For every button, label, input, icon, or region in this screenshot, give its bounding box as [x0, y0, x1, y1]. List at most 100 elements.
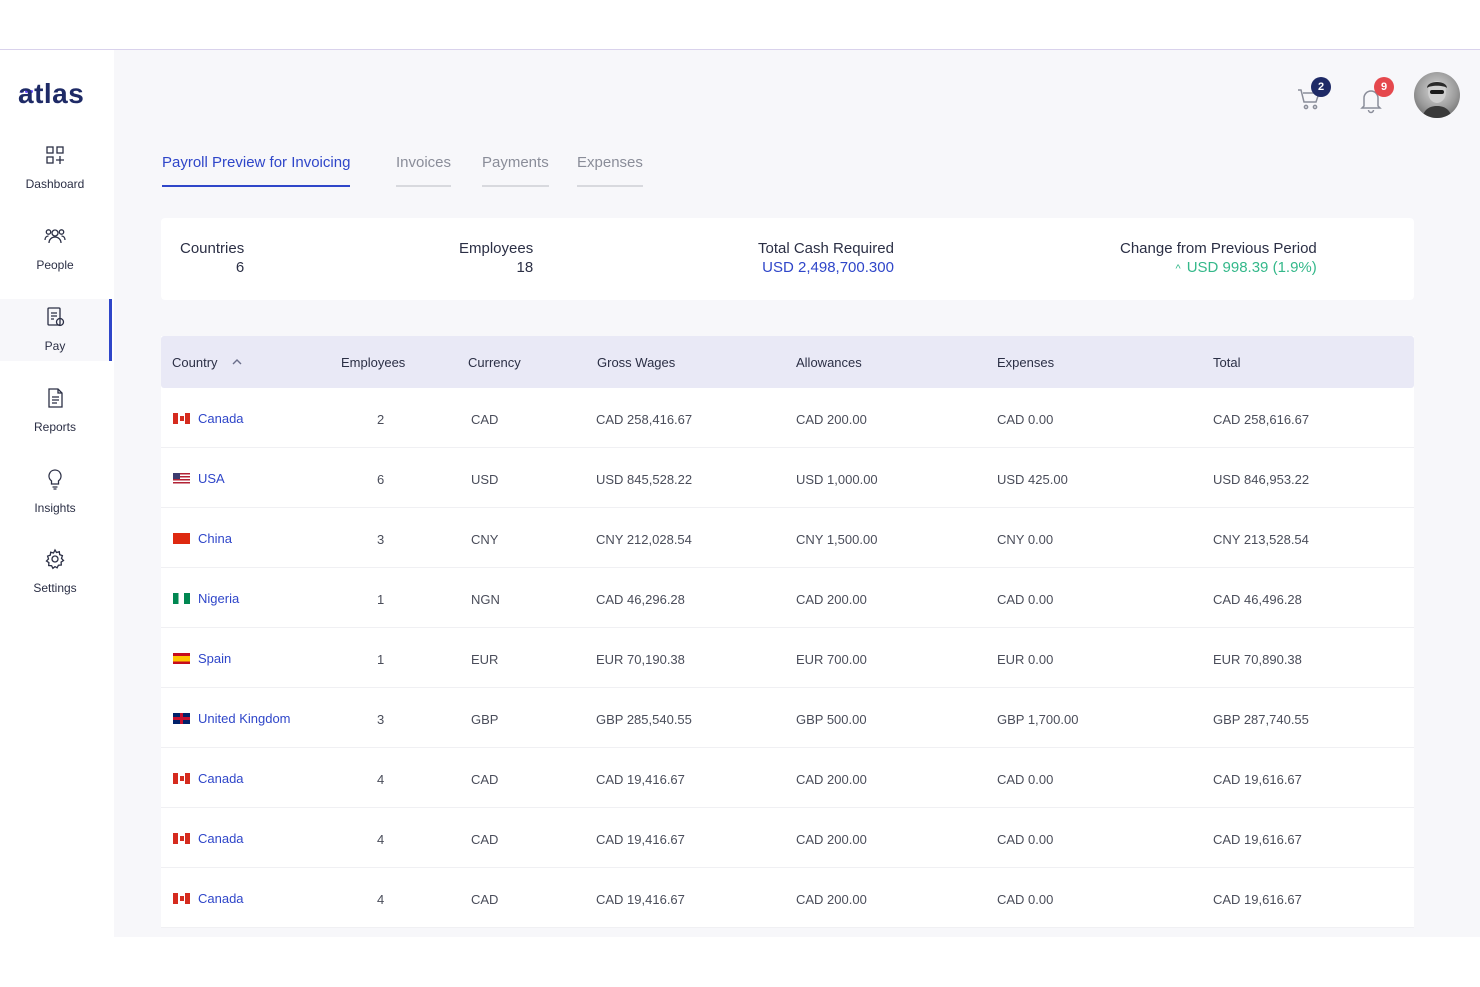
- sidebar-item-label: Pay: [44, 339, 66, 353]
- es-flag-icon: [173, 653, 190, 664]
- total-cash-value: USD 2,498,700.300: [762, 259, 894, 276]
- dashboard-icon: [46, 146, 64, 164]
- column-header-gross-wages[interactable]: Gross Wages: [597, 355, 675, 370]
- cell-total: CAD 19,616.67: [1213, 772, 1302, 787]
- sidebar-item-reports[interactable]: Reports: [0, 387, 112, 449]
- summary-card: Countries 6 Employees 18 Total Cash Requ…: [161, 218, 1414, 300]
- column-header-country[interactable]: Country: [172, 355, 243, 370]
- country-link[interactable]: USA: [173, 471, 225, 486]
- cell-currency: USD: [471, 472, 499, 487]
- table-body: Canada 2 CAD CAD 258,416.67 CAD 200.00 CAD 0.…: [161, 388, 1414, 928]
- table-row[interactable]: United Kingdom 3 GBP GBP 285,540.55 GBP 500.…: [161, 688, 1414, 748]
- sidebar-item-insights[interactable]: Insights: [0, 468, 112, 530]
- cell-employees: 3: [377, 532, 385, 547]
- table-row[interactable]: Canada 4 CAD CAD 19,416.67 CAD 200.00 CAD 0.0…: [161, 808, 1414, 868]
- reports-icon: [48, 388, 63, 408]
- country-link[interactable]: Canada: [173, 771, 244, 786]
- column-header-expenses[interactable]: Expenses: [997, 355, 1054, 370]
- total-cash-label: Total Cash Required: [758, 240, 894, 257]
- cell-currency: CAD: [471, 832, 499, 847]
- table-row[interactable]: China 3 CNY CNY 212,028.54 CNY 1,500.00 CNY 0…: [161, 508, 1414, 568]
- countries-label: Countries: [180, 240, 245, 257]
- cell-gross-wages: CAD 258,416.67: [596, 412, 693, 427]
- payroll-table: Country Employees Currency Gross Wages A…: [161, 336, 1414, 928]
- cell-total: CAD 19,616.67: [1213, 892, 1302, 907]
- cell-expenses: EUR 0.00: [997, 652, 1054, 667]
- sidebar-item-dashboard[interactable]: Dashboard: [0, 144, 112, 206]
- cell-gross-wages: USD 845,528.22: [596, 472, 693, 487]
- table-header: Country Employees Currency Gross Wages A…: [161, 336, 1414, 388]
- column-header-allowances[interactable]: Allowances: [796, 355, 862, 370]
- table-row[interactable]: USA 6 USD USD 845,528.22 USD 1,000.00 USD 425…: [161, 448, 1414, 508]
- tab-invoices[interactable]: Invoices: [396, 154, 452, 187]
- cell-total: CAD 46,496.28: [1213, 592, 1302, 607]
- table-row[interactable]: Canada 2 CAD CAD 258,416.67 CAD 200.00 CAD 0.…: [161, 388, 1414, 448]
- settings-icon: [45, 548, 65, 570]
- table-row[interactable]: Canada 4 CAD CAD 19,416.67 CAD 200.00 CAD 0.0…: [161, 748, 1414, 808]
- change-value: USD 998.39 (1.9%): [1186, 259, 1317, 276]
- table-row[interactable]: Spain 1 EUR EUR 70,190.38 EUR 700.00 EUR 0.00…: [161, 628, 1414, 688]
- cell-gross-wages: CAD 19,416.67: [596, 772, 685, 787]
- sidebar: atlas Dashboard People Pay Reports Insig…: [0, 50, 114, 937]
- sidebar-item-pay[interactable]: Pay: [0, 299, 112, 361]
- cell-currency: CAD: [471, 892, 499, 907]
- tab-payments[interactable]: Payments: [482, 154, 549, 187]
- cell-gross-wages: EUR 70,190.38: [596, 652, 685, 667]
- app-window: atlas Dashboard People Pay Reports Insig…: [0, 49, 1480, 937]
- cell-total: CAD 19,616.67: [1213, 832, 1302, 847]
- country-link[interactable]: Canada: [173, 831, 244, 846]
- cell-employees: 4: [377, 892, 385, 907]
- country-link[interactable]: United Kingdom: [173, 711, 291, 726]
- sort-ascending-icon: [232, 359, 242, 365]
- summary-total-cash: Total Cash Required USD 2,498,700.300: [758, 240, 894, 276]
- employees-label: Employees: [459, 240, 534, 257]
- cell-employees: 3: [377, 712, 385, 727]
- country-name: Canada: [198, 831, 244, 846]
- country-name: Canada: [198, 411, 244, 426]
- cell-allowances: CNY 1,500.00: [796, 532, 878, 547]
- change-label: Change from Previous Period: [1120, 240, 1317, 257]
- country-name: USA: [198, 471, 225, 486]
- people-icon: [44, 229, 66, 244]
- country-name: United Kingdom: [198, 711, 291, 726]
- column-header-employees[interactable]: Employees: [341, 355, 405, 370]
- country-link[interactable]: Canada: [173, 411, 244, 426]
- gb-flag-icon: [173, 713, 190, 724]
- country-link[interactable]: Canada: [173, 891, 244, 906]
- ca-flag-icon: [173, 833, 190, 844]
- sidebar-item-settings[interactable]: Settings: [0, 548, 112, 610]
- cell-currency: EUR: [471, 652, 499, 667]
- country-link[interactable]: Spain: [173, 651, 231, 666]
- ca-flag-icon: [173, 413, 190, 424]
- tab-expenses[interactable]: Expenses: [577, 154, 643, 187]
- cell-allowances: GBP 500.00: [796, 712, 867, 727]
- cell-expenses: CNY 0.00: [997, 532, 1054, 547]
- country-name: Nigeria: [198, 591, 240, 606]
- country-link[interactable]: China: [173, 531, 232, 546]
- sidebar-item-label: Reports: [33, 420, 77, 434]
- brand-logo[interactable]: atlas: [18, 78, 84, 110]
- column-header-currency[interactable]: Currency: [468, 355, 521, 370]
- cell-gross-wages: GBP 285,540.55: [596, 712, 692, 727]
- summary-employees: Employees 18: [459, 240, 533, 276]
- sidebar-item-label: Insights: [34, 501, 76, 515]
- sidebar-item-label: People: [36, 258, 74, 272]
- cell-employees: 2: [377, 412, 385, 427]
- cell-gross-wages: CAD 46,296.28: [596, 592, 685, 607]
- pay-icon: [47, 307, 65, 327]
- table-row[interactable]: Canada 4 CAD CAD 19,416.67 CAD 200.00 CAD 0.0…: [161, 868, 1414, 928]
- cell-total: CNY 213,528.54: [1213, 532, 1309, 547]
- column-header-total[interactable]: Total: [1213, 355, 1240, 370]
- cell-total: USD 846,953.22: [1213, 472, 1310, 487]
- avatar[interactable]: [1414, 72, 1460, 118]
- ca-flag-icon: [173, 773, 190, 784]
- tab-payroll-preview[interactable]: Payroll Preview for Invoicing: [162, 154, 351, 187]
- sidebar-item-people[interactable]: People: [0, 225, 112, 287]
- user-photo-icon: [1422, 81, 1452, 118]
- cell-expenses: CAD 0.00: [997, 412, 1054, 427]
- cell-currency: CAD: [471, 772, 499, 787]
- cell-gross-wages: CNY 212,028.54: [596, 532, 692, 547]
- country-link[interactable]: Nigeria: [173, 591, 239, 606]
- cell-total: EUR 70,890.38: [1213, 652, 1302, 667]
- table-row[interactable]: Nigeria 1 NGN CAD 46,296.28 CAD 200.00 CAD 0.…: [161, 568, 1414, 628]
